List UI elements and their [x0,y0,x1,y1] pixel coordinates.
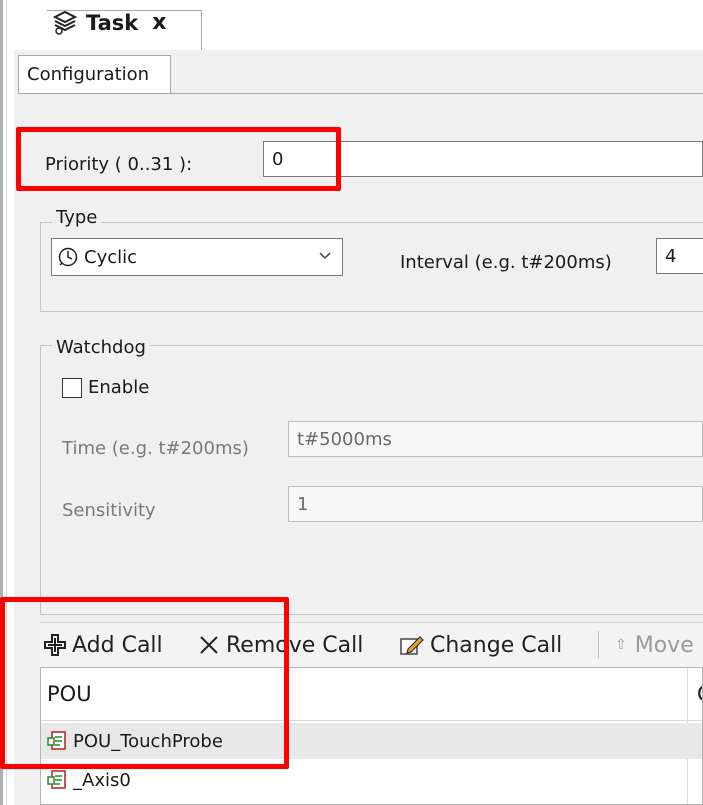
toolbar-separator [598,631,599,659]
change-call-button[interactable]: Change Call [400,623,562,667]
watchdog-time-label: Time (e.g. t#200ms) [62,438,249,459]
arrow-up-icon: ⇧ [615,637,627,653]
interval-value: 4 [665,245,677,267]
watchdog-sensitivity-input[interactable]: 1 [288,486,703,522]
task-doc-tab-content: Task x [52,10,166,35]
pou-name: _Axis0 [73,769,131,791]
tab-configuration[interactable]: Configuration [18,55,171,93]
watchdog-time-input[interactable]: t#5000ms [288,421,703,457]
pou-highlight-box [0,597,289,769]
type-selected-value: Cyclic [84,246,138,268]
task-icon [52,10,78,35]
edit-icon [400,636,424,655]
pou-icon [47,770,66,789]
column-header-comment[interactable]: C [697,682,702,706]
move-label: Move [634,632,694,658]
watchdog-sensitivity-value: 1 [297,493,309,515]
chevron-down-icon [319,252,331,260]
tab-title: Task [86,10,139,35]
type-legend: Type [52,207,102,228]
config-tab-divider [18,93,703,94]
interval-input[interactable]: 4 [656,238,703,274]
close-icon[interactable]: x [152,10,166,35]
watchdog-legend: Watchdog [52,337,150,358]
watchdog-time-value: t#5000ms [297,428,392,450]
watchdog-enable-label: Enable [88,377,150,398]
interval-label: Interval (e.g. t#200ms) [400,252,612,273]
priority-highlight-box [16,127,341,191]
change-call-label: Change Call [430,632,563,658]
move-up-button[interactable]: ⇧ Move [615,623,694,667]
tab-configuration-label: Configuration [27,64,150,85]
type-select[interactable]: Cyclic [51,238,343,276]
watchdog-enable-checkbox[interactable] [62,378,82,398]
clock-icon [58,247,78,267]
watchdog-sensitivity-label: Sensitivity [62,500,156,521]
